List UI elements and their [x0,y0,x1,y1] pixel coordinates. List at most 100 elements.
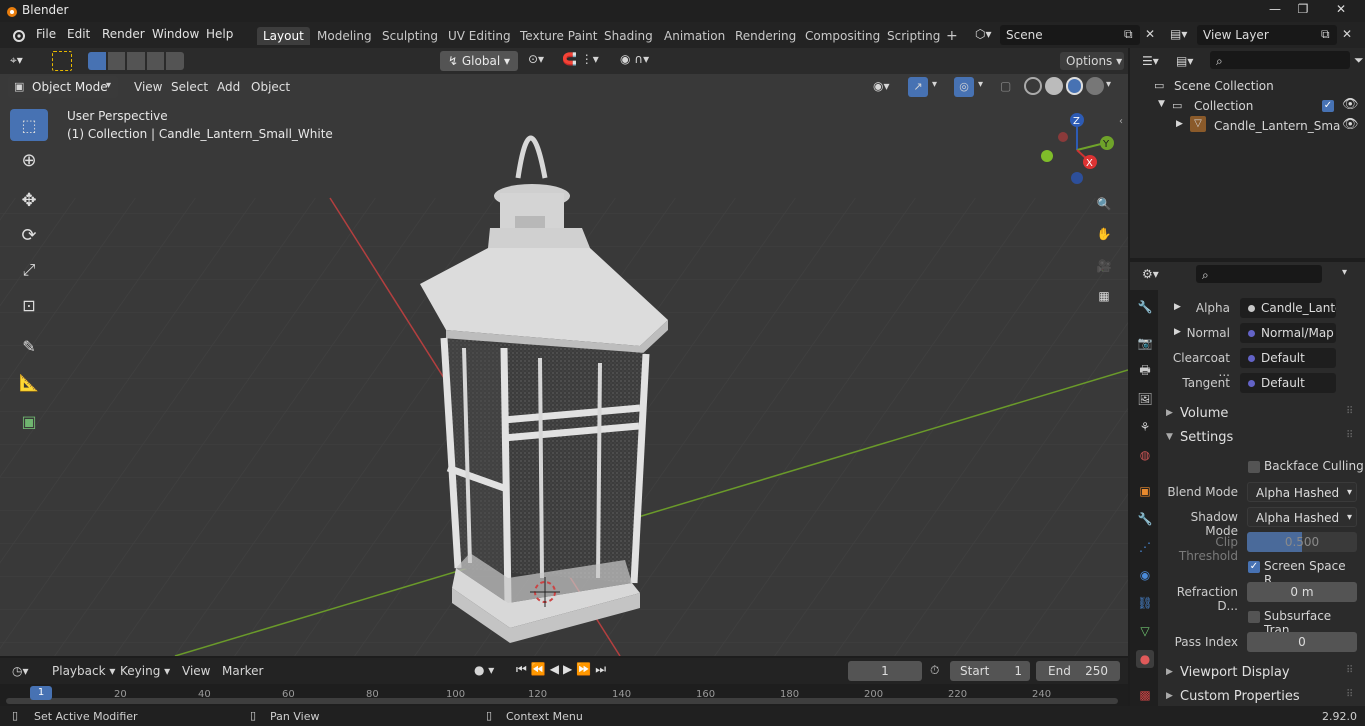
viewport-menu-select[interactable]: Select [165,77,214,97]
data-tab-icon[interactable]: ▽ [1136,622,1154,640]
tab-compositing[interactable]: Compositing [799,27,886,45]
clip-threshold-slider[interactable]: 0.500 [1247,532,1357,552]
expand-icon[interactable]: ▶ [1176,119,1183,129]
menu-file[interactable]: File [36,27,56,41]
jump-start-icon[interactable]: ⏮ [516,662,527,680]
overlays-toggle-icon[interactable]: ◎ [954,77,974,97]
tab-uv-editing[interactable]: UV Editing [442,27,517,45]
blend-mode-dropdown[interactable]: Alpha Hashed ▾ [1247,482,1357,502]
view-layer-tab-icon[interactable]: 🖼 [1136,390,1154,408]
ortho-toggle-button[interactable]: ▦ [1090,282,1118,310]
zoom-button[interactable]: 🔍 [1090,190,1118,218]
timeline-view-menu[interactable]: View [182,664,210,678]
view-layer-icon[interactable]: ▤▾ [1170,27,1187,41]
end-frame-field[interactable]: End 250 [1036,661,1120,681]
scene-icon[interactable]: ⬡▾ [975,27,992,41]
world-tab-icon[interactable]: ◍ [1136,446,1154,464]
menu-help[interactable]: Help [206,27,233,41]
select-extend-icon[interactable] [107,52,126,70]
tab-texture-paint[interactable]: Texture Paint [514,27,603,45]
tool-select-box[interactable]: ⬚ [10,109,48,141]
xray-icon[interactable]: ▢ [1000,79,1011,93]
tool-measure[interactable]: 📐 [10,366,48,398]
proportional-edit-icon[interactable]: ◉ ∩▾ [620,52,649,66]
delete-view-layer-icon[interactable]: ✕ [1342,27,1352,41]
snap-icon[interactable]: 🧲 ⋮▾ [562,52,599,66]
rendered-shading-icon[interactable] [1086,77,1104,95]
screen-space-checkbox[interactable]: ✓ [1248,561,1260,573]
tool-annotate[interactable]: ✎ [10,330,48,362]
drag-handle-icon[interactable]: ⠿ [1346,689,1353,700]
navigation-gizmo[interactable]: Z Y X [1035,110,1125,190]
material-tab-icon[interactable]: ● [1136,650,1154,668]
jump-end-icon[interactable]: ⏭ [595,662,606,680]
viewport-menu-object[interactable]: Object [245,77,296,97]
properties-editor-icon[interactable]: ⚙▾ [1142,267,1159,281]
subsurface-checkbox[interactable] [1248,611,1260,623]
texture-tab-icon[interactable]: ▩ [1136,686,1154,704]
tool-tab-icon[interactable]: 🔧 [1136,298,1154,316]
backface-culling-checkbox[interactable] [1248,461,1260,473]
playhead-frame[interactable]: 1 [30,686,52,700]
timeline-editor-icon[interactable]: ◷▾ [12,664,29,678]
maximize-button[interactable]: ❐ [1288,0,1318,18]
outliner-editor-icon[interactable]: ☰▾ [1142,54,1159,68]
drag-handle-icon[interactable]: ⠿ [1346,406,1353,417]
outliner-search-input[interactable]: ⌕ [1210,51,1350,69]
pass-index-field[interactable]: 0 [1247,632,1357,652]
3d-viewport[interactable]: User Perspective (1) Collection | Candle… [0,48,1128,656]
timeline-marker-menu[interactable]: Marker [222,664,263,678]
camera-view-button[interactable]: 🎥 [1090,252,1118,280]
tab-sculpting[interactable]: Sculpting [376,27,444,45]
start-frame-field[interactable]: Start 1 [950,661,1030,681]
section-viewport-display[interactable]: Viewport Display [1180,665,1290,680]
select-subtract-icon[interactable] [127,52,145,70]
pan-button[interactable]: ✋ [1090,220,1118,248]
delete-scene-icon[interactable]: ✕ [1145,27,1155,41]
properties-search-input[interactable]: ⌕ [1196,265,1322,283]
stopwatch-icon[interactable]: ⏱ [930,663,939,678]
tool-move[interactable]: ✥ [10,184,48,216]
view-layer-field[interactable]: View Layer [1197,25,1337,45]
chevron-down-icon[interactable]: ▾ [1106,79,1111,90]
render-tab-icon[interactable]: 📷 [1136,334,1154,352]
constraints-tab-icon[interactable]: ⛓ [1136,594,1154,612]
tool-scale[interactable]: ⤢ [10,254,48,286]
prev-keyframe-icon[interactable]: ⏪ [531,662,546,680]
prop-value-clearcoat[interactable]: Default [1240,348,1336,368]
visibility-icon[interactable]: ◉▾ [873,79,890,93]
minimize-button[interactable]: — [1260,0,1290,18]
physics-tab-icon[interactable]: ◉ [1136,566,1154,584]
solid-shading-icon[interactable] [1044,77,1063,95]
timeline-keying-menu[interactable]: Keying ▾ [120,664,170,678]
tool-transform[interactable]: ⊡ [10,289,48,321]
outliner-object[interactable]: Candle_Lantern_Sma [1214,119,1340,133]
section-volume[interactable]: Volume [1180,406,1228,421]
drag-handle-icon[interactable]: ⠿ [1346,430,1353,441]
output-tab-icon[interactable]: 🖶 [1136,362,1154,380]
prop-value-alpha[interactable]: Candle_Lante... [1240,298,1336,318]
expand-icon[interactable]: ▶ [1166,408,1173,418]
display-mode-icon[interactable]: ▤▾ [1176,54,1193,68]
tab-scripting[interactable]: Scripting [881,27,946,45]
menu-edit[interactable]: Edit [67,27,90,41]
gizmo-toggle-icon[interactable]: ↗ [908,77,928,97]
expand-icon[interactable]: ▼ [1158,99,1165,109]
tool-cursor[interactable]: ⊕ [10,144,48,176]
outliner-collection[interactable]: Collection [1194,99,1253,113]
mode-dropdown[interactable]: ▣ Object Mode ▾ [8,76,118,98]
collapse-icon[interactable]: ▼ [1166,432,1173,442]
material-shading-icon[interactable] [1065,77,1084,95]
sidebar-toggle-icon[interactable]: ‹ [1119,116,1123,127]
record-icon[interactable]: ● ▾ [474,663,494,677]
shadow-mode-dropdown[interactable]: Alpha Hashed ▾ [1247,507,1357,527]
timeline-playback-menu[interactable]: Playback ▾ [52,664,115,678]
viewport-menu-view[interactable]: View [128,77,168,97]
select-set-icon[interactable] [88,52,106,70]
menu-window[interactable]: Window [152,27,199,41]
play-reverse-icon[interactable]: ◀ [550,662,559,680]
collection-checkbox[interactable]: ✓ [1322,100,1334,112]
drag-handle-icon[interactable]: ⠿ [1346,665,1353,676]
eye-icon[interactable]: 👁 [1342,97,1359,112]
outliner-scene-collection[interactable]: Scene Collection [1174,79,1274,93]
